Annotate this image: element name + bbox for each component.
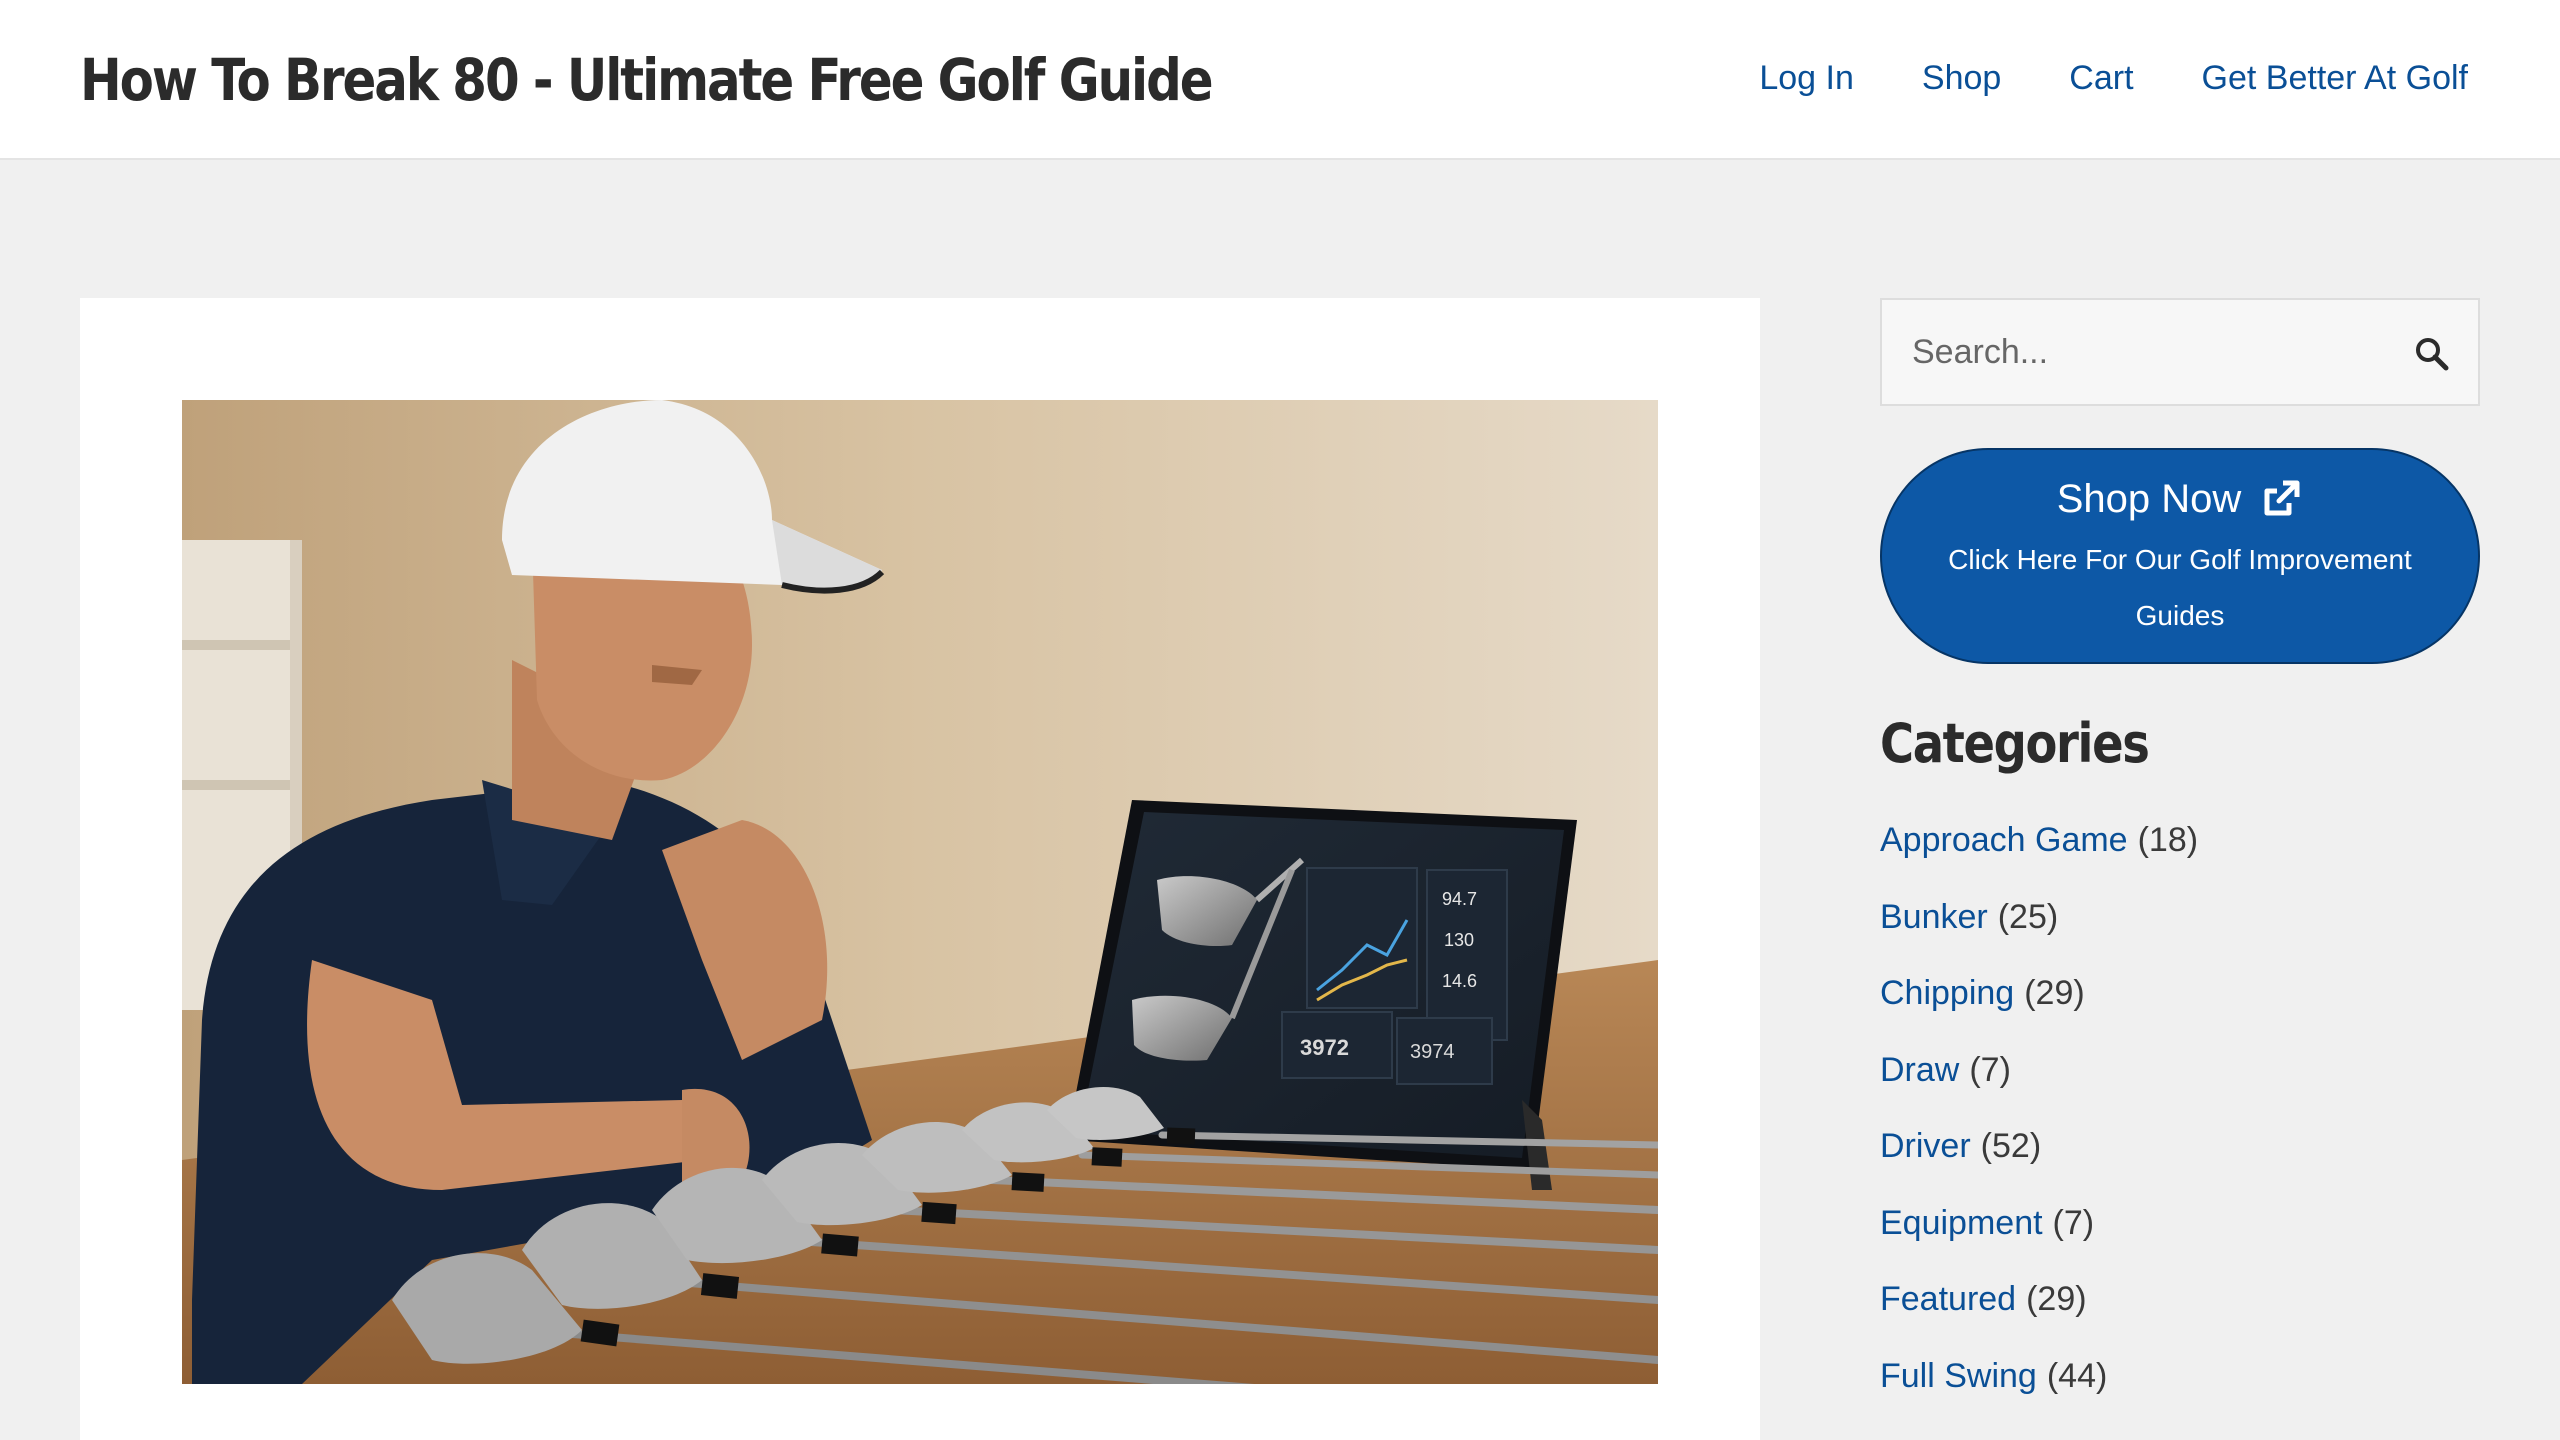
search-icon: [2416, 338, 2449, 371]
tablet-stat-2: 130: [1444, 930, 1474, 950]
search-submit-button[interactable]: [2412, 334, 2452, 374]
category-item: Equipment (7): [1880, 1197, 2198, 1274]
category-item: Driver (52): [1880, 1120, 2198, 1197]
category-item: Full Swing (44): [1880, 1350, 2198, 1427]
category-item: Bunker (25): [1880, 891, 2198, 968]
shop-now-label: Shop Now: [2056, 477, 2242, 521]
category-link-chipping[interactable]: Chipping: [1880, 974, 2014, 1012]
nav-get-better-at-golf[interactable]: Get Better At Golf: [2202, 52, 2468, 104]
category-link-approach-game[interactable]: Approach Game: [1880, 821, 2128, 859]
category-link-bunker[interactable]: Bunker: [1880, 898, 1988, 936]
shop-now-button[interactable]: Shop Now Click Here For Our Golf Improve…: [1880, 448, 2480, 664]
categories-heading: Categories: [1880, 712, 2150, 775]
search-input[interactable]: [1882, 300, 2402, 404]
category-count: (25): [1997, 897, 2059, 936]
search-form: [1880, 298, 2480, 406]
external-link-icon: [2264, 480, 2300, 516]
category-count: (29): [2026, 1280, 2087, 1318]
category-link-featured[interactable]: Featured: [1880, 1280, 2016, 1318]
category-item: Draw (7): [1880, 1044, 2198, 1121]
site-header: How To Break 80 - Ultimate Free Golf Gui…: [0, 0, 2560, 160]
category-link-driver[interactable]: Driver: [1880, 1127, 1971, 1165]
golfer-illustration: 94.7 130 14.6 3972 3974: [182, 400, 1658, 1384]
main-nav: Log In Shop Cart Get Better At Golf: [1691, 52, 2468, 104]
category-count: (18): [2137, 821, 2199, 859]
nav-cart[interactable]: Cart: [2069, 52, 2133, 104]
category-item: Chipping (29): [1880, 967, 2198, 1044]
nav-log-in[interactable]: Log In: [1759, 52, 1854, 104]
category-count: (29): [2024, 974, 2085, 1012]
category-item: Approach Game (18): [1880, 814, 2198, 891]
category-link-equipment[interactable]: Equipment: [1880, 1204, 2043, 1242]
category-count: (44): [2046, 1356, 2108, 1395]
tablet-stat-5: 3974: [1410, 1041, 1455, 1063]
categories-list: Approach Game (18) Bunker (25) Chipping (29…: [1880, 814, 2198, 1426]
site-title[interactable]: How To Break 80 - Ultimate Free Golf Gui…: [80, 38, 1214, 122]
category-link-draw[interactable]: Draw: [1880, 1051, 1959, 1089]
nav-shop[interactable]: Shop: [1922, 52, 2001, 104]
article-card: 94.7 130 14.6 3972 3974: [80, 298, 1760, 1440]
category-count: (7): [2052, 1203, 2095, 1242]
featured-image: 94.7 130 14.6 3972 3974: [182, 400, 1658, 1384]
category-count: (52): [1980, 1127, 2042, 1165]
shop-now-subtitle: Click Here For Our Golf Improvement Guid…: [1948, 544, 2412, 631]
category-link-full-swing[interactable]: Full Swing: [1880, 1357, 2037, 1395]
tablet-stat-3: 14.6: [1442, 971, 1477, 991]
category-item: Featured (29): [1880, 1273, 2198, 1350]
tablet-stat-4: 3972: [1300, 1035, 1349, 1060]
tablet-stat-1: 94.7: [1442, 889, 1477, 909]
category-count: (7): [1969, 1050, 2011, 1089]
